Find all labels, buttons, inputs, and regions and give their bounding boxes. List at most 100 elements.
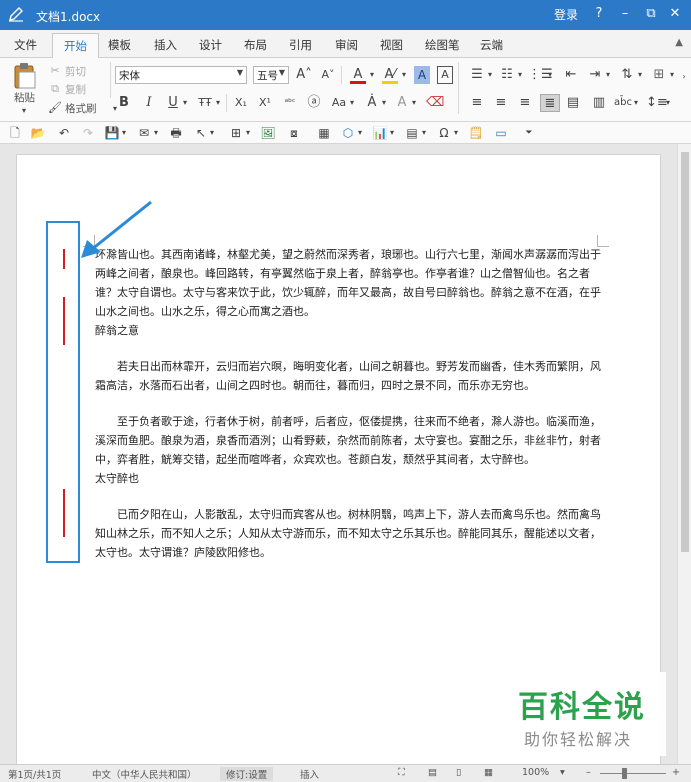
bold-button[interactable]: B bbox=[117, 94, 131, 112]
decrease-indent-icon[interactable]: ⇤ bbox=[562, 66, 580, 84]
scrollbar-thumb[interactable] bbox=[681, 152, 689, 552]
tab-layout[interactable]: 布局 bbox=[244, 37, 267, 53]
tab-cloud[interactable]: 云端 bbox=[480, 37, 503, 53]
font-size-select[interactable]: 五号 ▼ bbox=[253, 66, 289, 84]
zoom-in-icon[interactable]: + bbox=[672, 767, 680, 778]
tab-view[interactable]: 视图 bbox=[380, 37, 403, 53]
picture-icon[interactable]: 🖼 bbox=[260, 124, 276, 142]
open-folder-icon[interactable]: 📂 bbox=[30, 124, 46, 142]
chart-icon[interactable]: 📊 bbox=[372, 124, 388, 142]
zoom-slider-handle[interactable] bbox=[622, 768, 627, 779]
text-outline-icon[interactable]: A bbox=[394, 94, 410, 112]
revision-indicator[interactable]: 修订:设置 bbox=[220, 767, 274, 781]
justify-icon[interactable]: ≣ bbox=[540, 94, 560, 112]
redo-icon[interactable]: ↷ bbox=[80, 124, 96, 142]
print-icon[interactable]: 🖶 bbox=[168, 124, 184, 142]
italic-button[interactable]: I bbox=[142, 94, 156, 112]
symbol-dropdown-icon[interactable]: ▾ bbox=[452, 124, 460, 142]
numbering-icon[interactable]: ☷ bbox=[498, 66, 516, 84]
tab-home[interactable]: 开始 bbox=[52, 33, 99, 59]
multilevel-list-icon[interactable]: ⋮☰ bbox=[528, 66, 553, 84]
font-name-select[interactable]: 宋体 ▼ bbox=[115, 66, 247, 84]
zoom-dropdown-icon[interactable]: ▾ bbox=[560, 767, 565, 778]
document-body[interactable]: 环滁皆山也。其西南诸峰，林壑尤美，望之蔚然而深秀者，琅琊也。山行六七里，渐闻水声… bbox=[95, 245, 609, 562]
align-left-icon[interactable]: ≡ bbox=[468, 94, 486, 112]
distributed-icon[interactable]: ▤ bbox=[564, 94, 582, 112]
table-icon[interactable]: ⊞ bbox=[228, 124, 244, 142]
tab-design[interactable]: 设计 bbox=[199, 37, 222, 53]
change-case-icon[interactable]: Aa bbox=[330, 94, 348, 112]
close-button[interactable]: ✕ bbox=[664, 3, 686, 25]
clear-format-icon[interactable]: ⌫ bbox=[426, 94, 444, 112]
char-spacing-icon[interactable]: ab̄c bbox=[614, 94, 632, 112]
restore-button[interactable]: ⧉ bbox=[640, 3, 662, 25]
undo-icon[interactable]: ↶ bbox=[56, 124, 72, 142]
shrink-font-icon[interactable]: A˅ bbox=[320, 66, 336, 84]
select-dropdown-icon[interactable]: ▾ bbox=[208, 124, 216, 142]
char-shading-icon[interactable]: A bbox=[414, 66, 430, 84]
indent-dropdown-icon[interactable]: ▾ bbox=[604, 66, 612, 84]
superscript-button[interactable]: X¹ bbox=[256, 94, 274, 112]
copy-button[interactable]: 复制 bbox=[65, 82, 86, 97]
zoom-level[interactable]: 100% bbox=[522, 767, 549, 778]
focus-mode-icon[interactable]: ⛶ bbox=[398, 767, 405, 778]
format-painter-button[interactable]: 格式刷 bbox=[65, 101, 97, 116]
comment-icon[interactable]: ▭ bbox=[494, 124, 508, 142]
underline-button[interactable]: U bbox=[166, 94, 180, 112]
align-right-icon[interactable]: ≡ bbox=[516, 94, 534, 112]
numbering-dropdown-icon[interactable]: ▾ bbox=[516, 66, 524, 84]
chart-dropdown-icon[interactable]: ▾ bbox=[388, 124, 396, 142]
text-effects-dropdown-icon[interactable]: ▾ bbox=[380, 94, 388, 112]
align-center-icon[interactable]: ≡ bbox=[492, 94, 510, 112]
text-effects-icon[interactable]: Ȧ bbox=[364, 94, 380, 112]
highlight-dropdown-icon[interactable]: ▾ bbox=[400, 66, 408, 84]
page-count[interactable]: 第1页/共1页 bbox=[8, 767, 61, 781]
minimize-button[interactable]: – bbox=[614, 3, 636, 25]
shapes-dropdown-icon[interactable]: ▾ bbox=[356, 124, 364, 142]
borders-dropdown-icon[interactable]: ▾ bbox=[668, 66, 676, 84]
text-outline-dropdown-icon[interactable]: ▾ bbox=[410, 94, 418, 112]
vertical-scrollbar[interactable] bbox=[677, 144, 691, 764]
table-dropdown-icon[interactable]: ▾ bbox=[244, 124, 252, 142]
select-pointer-icon[interactable]: ↖ bbox=[194, 124, 208, 142]
insert-mode-indicator[interactable]: 插入 bbox=[300, 767, 319, 781]
email-dropdown-icon[interactable]: ▾ bbox=[152, 124, 160, 142]
zoom-out-icon[interactable]: – bbox=[586, 767, 591, 778]
columns-icon[interactable]: ▥ bbox=[590, 94, 608, 112]
change-case-dropdown-icon[interactable]: ▾ bbox=[348, 94, 356, 112]
sort-dropdown-icon[interactable]: ▾ bbox=[636, 66, 644, 84]
print-layout-icon[interactable]: ▤ bbox=[428, 767, 437, 778]
note-icon[interactable]: 🗒 bbox=[468, 124, 484, 142]
font-color-dropdown-icon[interactable]: ▾ bbox=[368, 66, 376, 84]
strike-dropdown-icon[interactable]: ▾ bbox=[214, 94, 222, 112]
shapes-icon[interactable]: ⬡ bbox=[340, 124, 356, 142]
paste-dropdown-icon[interactable]: ▾ bbox=[18, 102, 30, 120]
smartart-icon[interactable]: ▦ bbox=[316, 124, 332, 142]
phonetic-guide-icon[interactable]: ᵃᵇᶜ bbox=[282, 94, 298, 112]
subscript-button[interactable]: X₁ bbox=[232, 94, 250, 112]
textbox-dropdown-icon[interactable]: ▾ bbox=[420, 124, 428, 142]
tab-review[interactable]: 审阅 bbox=[335, 37, 358, 53]
read-mode-icon[interactable]: ▯ bbox=[456, 767, 461, 778]
save-icon[interactable]: 💾 bbox=[104, 124, 120, 142]
customize-toolbar-icon[interactable]: ⏷ bbox=[524, 124, 534, 142]
screenshot-icon[interactable]: ⧇ bbox=[286, 124, 302, 142]
char-border-icon[interactable]: A bbox=[437, 66, 453, 84]
tab-references[interactable]: 引用 bbox=[289, 37, 312, 53]
tab-file[interactable]: 文件 bbox=[14, 37, 37, 53]
symbol-icon[interactable]: Ω bbox=[436, 124, 452, 142]
textbox-icon[interactable]: ▤ bbox=[404, 124, 420, 142]
enclosed-char-icon[interactable]: ⓐ bbox=[306, 94, 322, 112]
collapse-ribbon-icon[interactable]: ▲ bbox=[675, 37, 683, 48]
underline-dropdown-icon[interactable]: ▾ bbox=[181, 94, 189, 112]
cut-button[interactable]: 剪切 bbox=[65, 64, 86, 79]
bullets-dropdown-icon[interactable]: ▾ bbox=[486, 66, 494, 84]
help-button[interactable]: ? bbox=[588, 3, 610, 25]
char-spacing-dropdown-icon[interactable]: ▾ bbox=[632, 94, 640, 112]
zoom-slider-track[interactable] bbox=[600, 773, 666, 774]
ribbon-scroll-icon[interactable]: › bbox=[680, 68, 688, 86]
sort-icon[interactable]: ⇅ bbox=[618, 66, 636, 84]
language-indicator[interactable]: 中文（中华人民共和国） bbox=[92, 767, 197, 781]
tab-draw[interactable]: 绘图笔 bbox=[425, 37, 460, 53]
line-spacing-icon[interactable]: ↕≡ bbox=[646, 94, 668, 112]
